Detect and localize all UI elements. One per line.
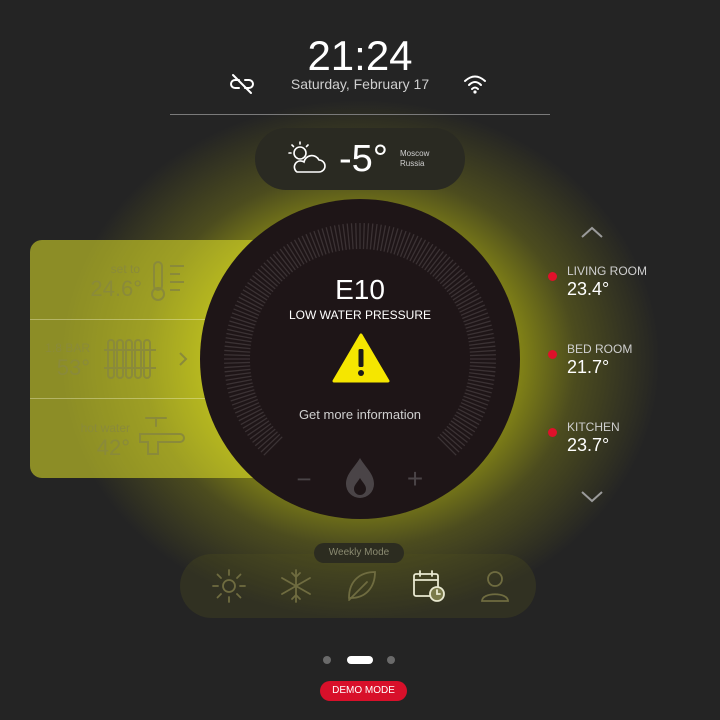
dial-tick xyxy=(469,368,496,373)
dial-tick xyxy=(321,228,330,254)
heating-setpoint-value: 24.6° xyxy=(90,276,142,301)
dial-tick xyxy=(225,375,252,381)
calendar-clock-icon[interactable] xyxy=(411,568,447,604)
dial-tick xyxy=(355,223,358,250)
dial-tick xyxy=(469,354,496,357)
dial-tick xyxy=(366,223,370,250)
dial-tick xyxy=(224,349,251,353)
page-indicator-dot[interactable] xyxy=(387,656,395,664)
dial-tick xyxy=(469,365,496,369)
room-name: LIVING ROOM xyxy=(567,264,648,278)
flame-icon[interactable] xyxy=(340,456,380,500)
dial-tick xyxy=(469,341,496,346)
chevron-down-icon[interactable] xyxy=(580,490,604,504)
chevron-right-icon[interactable] xyxy=(176,350,190,368)
clock: 21:24 xyxy=(307,32,413,79)
dial-tick xyxy=(224,368,251,373)
radiator-temperature-value: 53° xyxy=(56,355,90,380)
weather-widget[interactable]: -5° Moscow Russia xyxy=(255,128,465,190)
room-temperature: 23.4° xyxy=(567,279,610,299)
error-code: E10 xyxy=(335,274,385,305)
dial-tick xyxy=(313,230,324,256)
dial-tick xyxy=(350,223,354,250)
increase-button[interactable]: + xyxy=(402,464,428,494)
hot-water-value: 42° xyxy=(96,435,130,460)
header-divider xyxy=(170,114,550,115)
snowflake-icon[interactable] xyxy=(278,568,314,604)
sun-icon[interactable] xyxy=(211,568,247,604)
weather-temperature: -5° xyxy=(339,138,388,180)
demo-mode-badge: DEMO MODE xyxy=(320,681,407,701)
faucet-icon[interactable] xyxy=(136,414,188,460)
dial-tick xyxy=(317,229,327,255)
dial-tick xyxy=(468,337,495,343)
dial-tick xyxy=(396,230,407,256)
page-indicator-dot[interactable] xyxy=(323,656,331,664)
decrease-button[interactable]: − xyxy=(291,464,317,494)
dial-tick xyxy=(224,345,251,350)
dial-tick xyxy=(469,345,496,350)
dial-tick xyxy=(230,392,256,402)
thermometer-icon[interactable] xyxy=(148,258,192,304)
dial-tick xyxy=(465,320,491,329)
room-item-kitchen[interactable]: KITCHEN 23.7° xyxy=(548,420,698,464)
dial-tick xyxy=(469,372,496,377)
status-dot xyxy=(548,350,557,359)
dial-tick xyxy=(465,389,491,398)
room-temperature: 23.7° xyxy=(567,435,610,455)
page-indicator-dot-active[interactable] xyxy=(347,656,373,664)
more-info-link[interactable]: Get more information xyxy=(200,407,520,422)
status-dot xyxy=(548,428,557,437)
dial-tick xyxy=(390,228,399,254)
dial-tick xyxy=(376,224,382,251)
weather-city: Moscow xyxy=(400,149,430,158)
user-icon[interactable] xyxy=(477,568,513,604)
status-dot xyxy=(548,272,557,281)
dial-tick xyxy=(338,224,344,251)
room-item-bed-room[interactable]: BED ROOM 21.7° xyxy=(548,342,698,386)
radiator-pressure-label: 1.8 BAR xyxy=(45,341,90,355)
link-broken-icon[interactable] xyxy=(229,72,255,96)
wifi-icon[interactable] xyxy=(462,72,488,96)
dial-tick xyxy=(346,223,351,250)
dial-tick xyxy=(342,223,347,250)
weather-country: Russia xyxy=(400,159,425,168)
dial-tick xyxy=(225,337,252,343)
dial-tick xyxy=(393,229,403,255)
dial-tick xyxy=(362,223,365,250)
radiator-icon[interactable] xyxy=(102,336,158,382)
heating-setpoint-label: set to xyxy=(110,262,140,276)
dial-tick xyxy=(224,354,251,357)
weather-location: Moscow Russia xyxy=(400,149,429,169)
dial-tick xyxy=(469,349,496,353)
dial-tick xyxy=(464,392,490,402)
dial-tick xyxy=(231,395,257,406)
dial-tick xyxy=(369,223,374,250)
dial-tick xyxy=(468,375,495,381)
chevron-up-icon[interactable] xyxy=(580,225,604,239)
dial-tick xyxy=(469,361,496,364)
dial-tick xyxy=(224,361,251,364)
mode-label: Weekly Mode xyxy=(314,543,404,563)
leaf-icon[interactable] xyxy=(343,568,379,604)
room-name: KITCHEN xyxy=(567,420,620,434)
warning-icon xyxy=(332,333,390,383)
room-item-living-room[interactable]: LIVING ROOM 23.4° xyxy=(548,264,698,308)
error-description: LOW WATER PRESSURE xyxy=(288,308,431,322)
dial-tick xyxy=(229,389,255,398)
dial-tick xyxy=(224,365,251,369)
partly-cloudy-icon xyxy=(288,141,326,173)
hot-water-label: hot water xyxy=(80,421,130,435)
dial-tick xyxy=(224,341,251,346)
dial-tick xyxy=(463,395,489,406)
room-temperature: 21.7° xyxy=(567,357,610,377)
room-name: BED ROOM xyxy=(567,342,633,356)
date-label: Saturday, February 17 xyxy=(290,76,430,92)
dial-tick xyxy=(229,320,255,329)
dial-tick xyxy=(373,223,378,250)
dial-tick xyxy=(224,372,251,377)
